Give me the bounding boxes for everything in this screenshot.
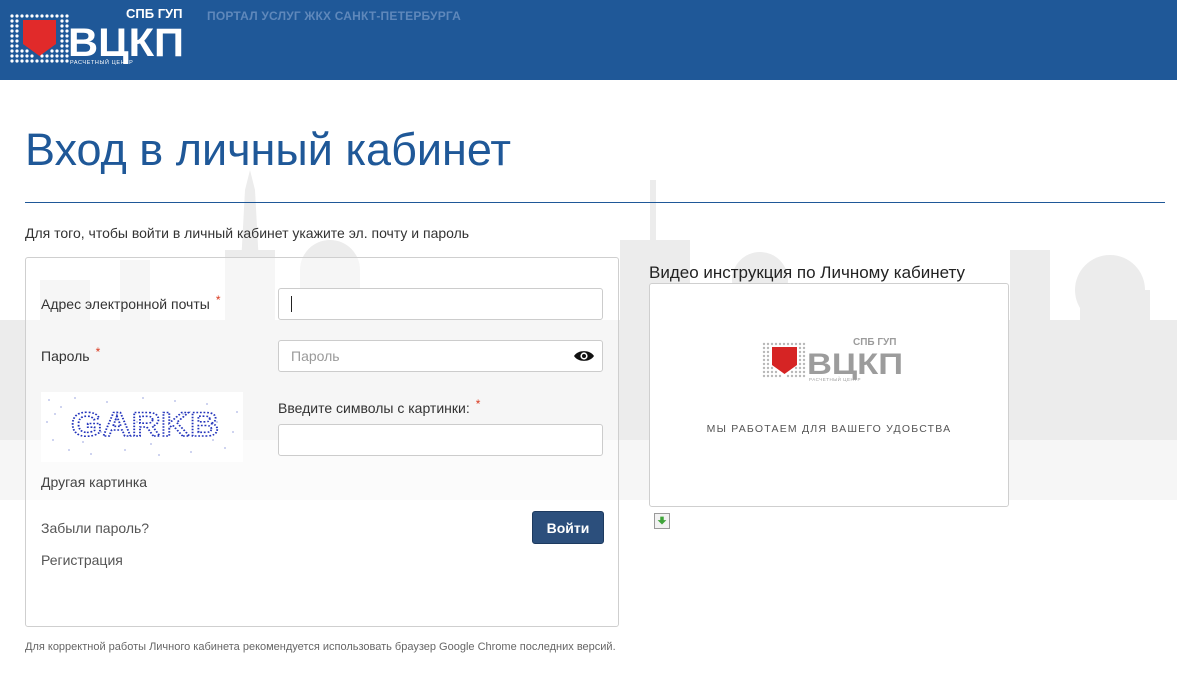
required-mark: * <box>215 293 221 307</box>
svg-text:СПБ ГУП: СПБ ГУП <box>126 6 183 21</box>
text-cursor <box>291 296 292 312</box>
password-label-text: Пароль <box>41 348 90 364</box>
browser-recommendation-note: Для корректной работы Личного кабинета р… <box>25 641 616 653</box>
login-form: Адрес электронной почты * Пароль * GARKB В… <box>25 257 619 627</box>
svg-text:СПБ ГУП: СПБ ГУП <box>853 337 896 348</box>
vckp-video-logo: СПБ ГУП ВЦКП РАСЧЕТНЫЙ ЦЕНТР <box>762 337 903 382</box>
page-title: Вход в личный кабинет <box>25 124 511 175</box>
captcha-label-text: Введите символы с картинки: <box>278 400 470 416</box>
main-content: Вход в личный кабинет Для того, чтобы во… <box>0 80 1177 697</box>
video-title: Видео инструкция по Личному кабинету <box>649 263 966 282</box>
register-link[interactable]: Регистрация <box>41 552 123 568</box>
intro-text: Для того, чтобы войти в личный кабинет у… <box>25 225 470 241</box>
top-header: СПБ ГУП ВЦКП РАСЧЕТНЫЙ ЦЕНТР ПОРТАЛ УСЛУ… <box>0 0 1177 80</box>
title-divider <box>25 202 1165 203</box>
other-picture-link[interactable]: Другая картинка <box>41 474 147 490</box>
video-caption: МЫ РАБОТАЕМ ДЛЯ ВАШЕГО УДОБСТВА <box>706 423 952 435</box>
video-player[interactable]: СПБ ГУП ВЦКП РАСЧЕТНЫЙ ЦЕНТР МЫ РАБОТАЕМ… <box>649 283 1009 507</box>
email-label: Адрес электронной почты * <box>41 293 221 312</box>
captcha-input[interactable] <box>278 424 603 456</box>
portal-title: ПОРТАЛ УСЛУГ ЖКХ САНКТ-ПЕТЕРБУРГА <box>207 9 462 23</box>
email-field-wrap <box>278 288 603 320</box>
required-mark: * <box>95 345 101 359</box>
svg-text:ВЦКП: ВЦКП <box>68 21 184 65</box>
required-mark: * <box>475 397 481 411</box>
email-label-text: Адрес электронной почты <box>41 296 210 312</box>
show-password-eye-icon[interactable] <box>573 349 595 363</box>
forgot-password-link[interactable]: Забыли пароль? <box>41 520 149 536</box>
svg-text:GARKB: GARKB <box>71 406 219 444</box>
download-icon[interactable] <box>654 513 670 529</box>
svg-text:РАСЧЕТНЫЙ ЦЕНТР: РАСЧЕТНЫЙ ЦЕНТР <box>70 58 133 66</box>
svg-text:РАСЧЕТНЫЙ ЦЕНТР: РАСЧЕТНЫЙ ЦЕНТР <box>809 375 861 382</box>
vckp-logo[interactable]: СПБ ГУП ВЦКП РАСЧЕТНЫЙ ЦЕНТР <box>8 4 188 70</box>
password-label: Пароль * <box>41 345 101 364</box>
email-field[interactable] <box>278 288 603 320</box>
login-button[interactable]: Войти <box>532 511 604 544</box>
password-field[interactable] <box>278 340 603 372</box>
captcha-image: GARKB <box>41 392 243 462</box>
captcha-label: Введите символы с картинки: * <box>278 397 481 416</box>
